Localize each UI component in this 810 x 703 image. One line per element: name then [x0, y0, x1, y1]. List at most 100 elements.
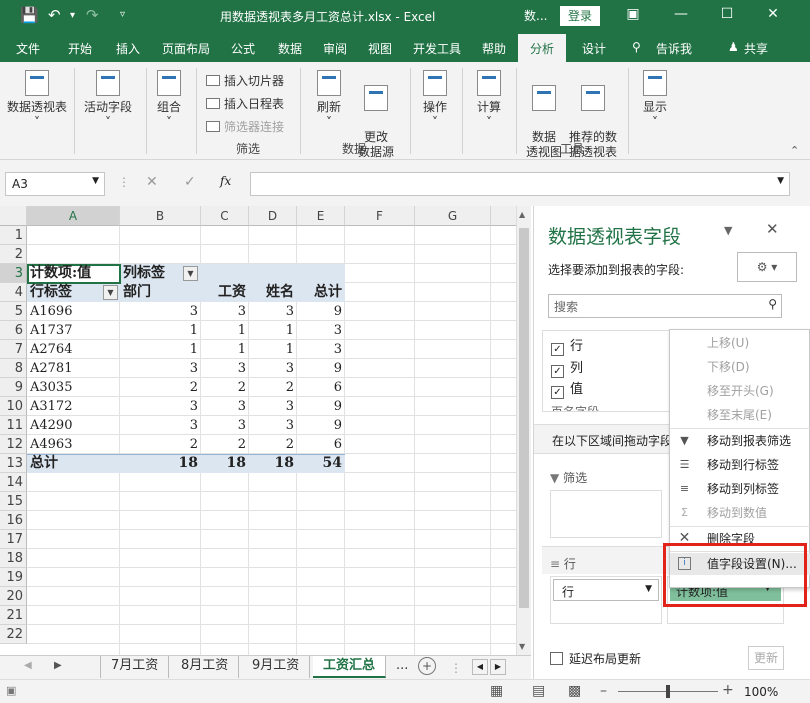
worksheet-grid[interactable]: A B C D E F G 1 2 3 4 5 6 7 8 9 10 11 12 13 14 15 16 17 1…	[0, 206, 531, 655]
pivot-column-header[interactable]: 总计	[297, 283, 345, 302]
field-checkbox-column[interactable]: ✓ 列	[551, 357, 583, 378]
tab-home[interactable]: 开始	[68, 40, 92, 57]
sheet-tab-august[interactable]: 8月工资	[171, 656, 240, 678]
rows-drop-zone[interactable]: 行 ▼	[550, 576, 662, 624]
row-header[interactable]: 17	[0, 530, 27, 549]
tab-share[interactable]: 共享	[744, 40, 768, 57]
pivot-value-cell[interactable]: 3	[120, 397, 201, 416]
checkbox-checked-icon[interactable]: ✓	[551, 365, 564, 378]
insert-timeline-button[interactable]: 插入日程表	[206, 95, 284, 112]
pivot-value-cell[interactable]: 2	[120, 378, 201, 397]
menu-move-to-row-labels[interactable]: ☰ 移动到行标签	[670, 454, 810, 476]
filter-connections-button[interactable]: 筛选器连接	[206, 118, 284, 135]
chevron-down-icon[interactable]: ▼	[645, 584, 652, 594]
defer-layout-checkbox[interactable]: 延迟布局更新	[550, 650, 641, 667]
pivot-value-cell[interactable]: 2	[249, 435, 297, 454]
pivot-total-cell[interactable]: 18	[201, 454, 249, 473]
pivot-row-label[interactable]: A4963	[30, 435, 72, 454]
row-header[interactable]: 9	[0, 378, 27, 397]
update-button[interactable]: 更新	[748, 646, 784, 670]
pivot-row-labels[interactable]: 行标签	[30, 283, 72, 302]
insert-function-icon[interactable]: fx	[220, 174, 231, 188]
cancel-icon[interactable]: ✕	[146, 174, 158, 190]
pivot-value-cell[interactable]: 1	[120, 340, 201, 359]
add-sheet-icon[interactable]: +	[418, 657, 436, 675]
pivot-total-cell[interactable]: 54	[297, 454, 345, 473]
chevron-down-icon[interactable]: ▼	[777, 176, 784, 186]
tab-data[interactable]: 数据	[278, 40, 302, 57]
page-break-view-icon[interactable]: ▩	[568, 683, 581, 699]
pivot-value-cell[interactable]: 3	[249, 397, 297, 416]
tab-page-layout[interactable]: 页面布局	[162, 40, 210, 57]
calculations-button[interactable]: 计算 ˅	[472, 70, 506, 130]
macro-record-icon[interactable]: ▣	[6, 684, 16, 697]
pane-options-icon[interactable]: ▼	[724, 224, 732, 237]
share-icon[interactable]: ♟	[728, 40, 739, 54]
chevron-down-icon[interactable]: ▼	[92, 176, 99, 186]
zoom-out-icon[interactable]: –	[600, 683, 607, 699]
maximize-icon[interactable]: ☐	[712, 6, 742, 22]
column-header-b[interactable]: B	[120, 206, 201, 226]
pivot-corner-label[interactable]: 计数项:值	[30, 264, 91, 283]
row-header[interactable]: 11	[0, 416, 27, 435]
pivot-total-label[interactable]: 总计	[30, 454, 58, 473]
menu-move-down[interactable]: 下移(D)	[670, 356, 810, 378]
pivot-value-cell[interactable]: 1	[120, 321, 201, 340]
ribbon-display-icon[interactable]: ▣	[618, 6, 648, 22]
menu-move-to-column-labels[interactable]: ≡ 移动到列标签	[670, 478, 810, 500]
pivot-value-cell[interactable]: 2	[249, 378, 297, 397]
pivot-row-label[interactable]: A3172	[30, 397, 72, 416]
scroll-left-icon[interactable]: ◀	[472, 659, 488, 675]
tab-help[interactable]: 帮助	[482, 40, 506, 57]
row-header[interactable]: 2	[0, 245, 27, 264]
gear-icon[interactable]: ⚙ ▾	[737, 252, 797, 282]
pivot-value-cell[interactable]: 6	[297, 435, 345, 454]
sheet-tab-september[interactable]: 9月工资	[242, 656, 311, 678]
page-layout-view-icon[interactable]: ▤	[532, 683, 545, 699]
pivot-total-cell[interactable]: 18	[249, 454, 297, 473]
pivot-row-label[interactable]: A1737	[30, 321, 72, 340]
row-header[interactable]: 16	[0, 511, 27, 530]
row-filter-dropdown-icon[interactable]: ▼	[103, 285, 118, 300]
column-filter-dropdown-icon[interactable]: ▼	[183, 266, 198, 281]
login-button[interactable]: 登录	[560, 6, 600, 26]
tab-analyze[interactable]: 分析	[518, 34, 567, 62]
rows-field-pill[interactable]: 行 ▼	[553, 579, 659, 601]
pivot-value-cell[interactable]: 2	[120, 435, 201, 454]
column-header-f[interactable]: F	[345, 206, 415, 226]
pivot-value-cell[interactable]: 3	[201, 359, 249, 378]
row-header[interactable]: 19	[0, 568, 27, 587]
row-header[interactable]: 7	[0, 340, 27, 359]
close-pane-icon[interactable]: ✕	[766, 220, 779, 238]
column-header-c[interactable]: C	[201, 206, 249, 226]
formula-input[interactable]: ▼	[250, 172, 790, 196]
row-header[interactable]: 5	[0, 302, 27, 321]
show-button[interactable]: 显示 ˅	[638, 70, 672, 130]
row-header[interactable]: 20	[0, 587, 27, 606]
pivot-value-cell[interactable]: 9	[297, 302, 345, 321]
pivot-value-cell[interactable]: 2	[201, 435, 249, 454]
enter-icon[interactable]: ✓	[184, 174, 196, 190]
column-header-d[interactable]: D	[249, 206, 297, 226]
field-checkbox-row[interactable]: ✓ 行	[551, 335, 583, 356]
pivot-value-cell[interactable]: 3	[249, 359, 297, 378]
pivot-value-cell[interactable]: 3	[249, 302, 297, 321]
pivot-value-cell[interactable]: 3	[201, 416, 249, 435]
zoom-slider-thumb[interactable]	[666, 685, 670, 698]
pivot-value-cell[interactable]: 1	[249, 340, 297, 359]
tab-formulas[interactable]: 公式	[231, 40, 255, 57]
pivot-column-header[interactable]: 姓名	[249, 283, 297, 302]
pivot-row-label[interactable]: A4290	[30, 416, 72, 435]
save-icon[interactable]: 💾	[20, 6, 39, 24]
prev-sheet-icon[interactable]: ◀	[24, 660, 32, 671]
row-header[interactable]: 21	[0, 606, 27, 625]
sheet-tab-july[interactable]: 7月工资	[100, 656, 170, 678]
pivot-total-cell[interactable]: 18	[120, 454, 201, 473]
minimize-icon[interactable]: —	[666, 6, 696, 22]
checkbox-empty-icon[interactable]	[550, 652, 563, 665]
row-header[interactable]: 15	[0, 492, 27, 511]
collapse-ribbon-icon[interactable]: ⌃	[790, 144, 799, 157]
menu-move-to-end[interactable]: 移至末尾(E)	[670, 404, 810, 426]
pivot-value-cell[interactable]: 3	[297, 321, 345, 340]
menu-move-to-beginning[interactable]: 移至开头(G)	[670, 380, 810, 402]
